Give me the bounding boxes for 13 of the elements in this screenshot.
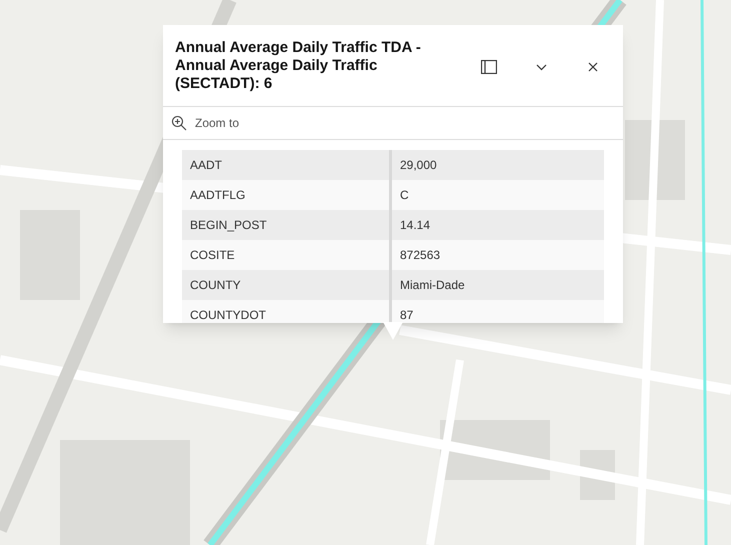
field-value: Miami-Dade: [399, 277, 466, 294]
dock-icon: [481, 60, 497, 74]
field-value: 29,000: [399, 157, 438, 174]
field-value: 872563: [399, 247, 442, 264]
field-value: C: [399, 187, 410, 204]
zoom-to-button[interactable]: Zoom to: [171, 114, 240, 132]
chevron-down-icon: [536, 64, 546, 70]
field-value: 87: [399, 307, 414, 323]
popup-title: Annual Average Daily Traffic TDA - Annual Average Daily Traffic (SECTADT): 6: [175, 39, 422, 93]
zoom-in-icon: [171, 115, 187, 131]
dock-button[interactable]: [479, 57, 499, 77]
close-icon: [588, 62, 598, 72]
field-value: 14.14: [399, 217, 432, 234]
